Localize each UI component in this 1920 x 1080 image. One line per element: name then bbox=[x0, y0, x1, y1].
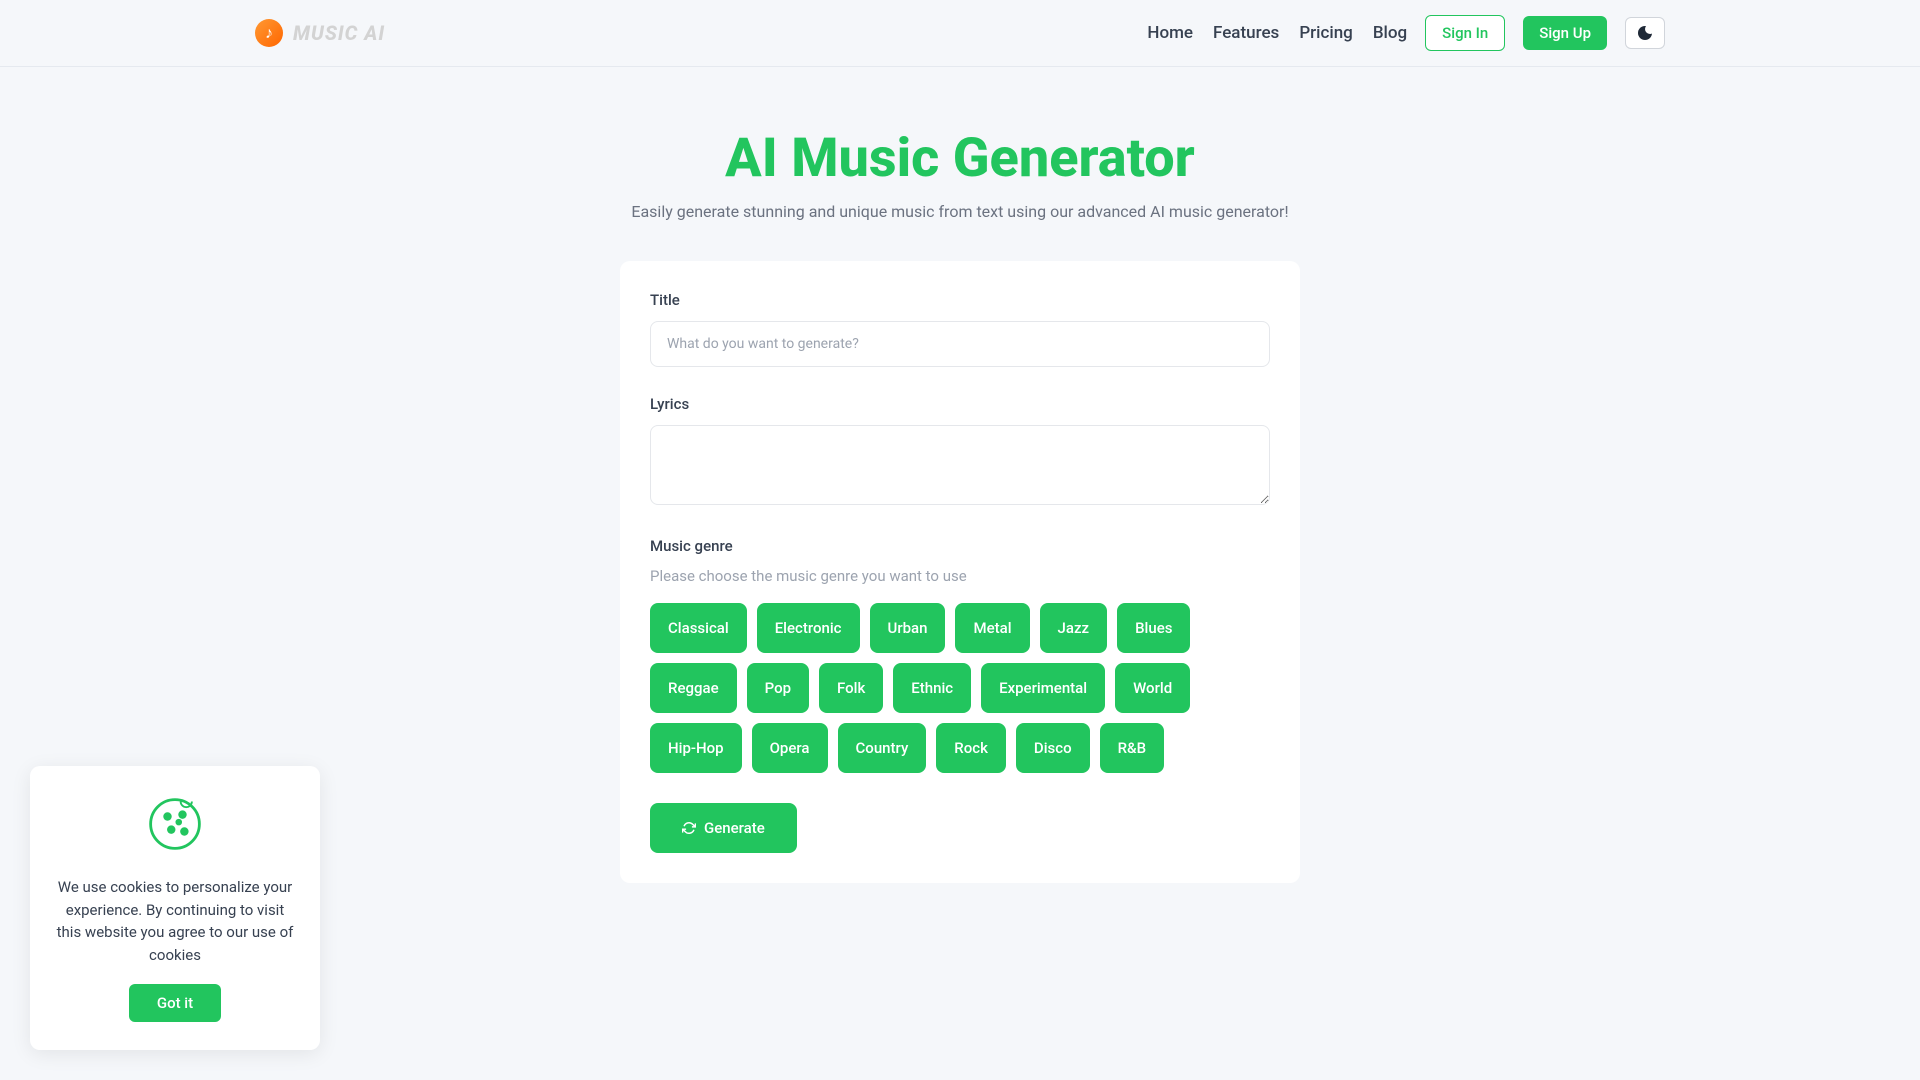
main-content: AI Music Generator Easily generate stunn… bbox=[620, 67, 1300, 883]
genre-label: Music genre bbox=[650, 537, 1270, 555]
genre-rnb[interactable]: R&B bbox=[1100, 723, 1165, 773]
title-label: Title bbox=[650, 291, 1270, 309]
genre-pop[interactable]: Pop bbox=[747, 663, 809, 713]
genre-reggae[interactable]: Reggae bbox=[650, 663, 737, 713]
header: MUSIC AI Home Features Pricing Blog Sign… bbox=[0, 0, 1920, 67]
nav-container: Home Features Pricing Blog Sign In Sign … bbox=[1147, 15, 1665, 51]
genre-grid: Classical Electronic Urban Metal Jazz Bl… bbox=[650, 603, 1270, 773]
cookie-icon bbox=[145, 794, 205, 854]
nav-features[interactable]: Features bbox=[1213, 23, 1279, 43]
lyrics-textarea[interactable] bbox=[650, 425, 1270, 505]
generate-button[interactable]: Generate bbox=[650, 803, 797, 853]
genre-folk[interactable]: Folk bbox=[819, 663, 883, 713]
genre-jazz[interactable]: Jazz bbox=[1040, 603, 1108, 653]
genre-experimental[interactable]: Experimental bbox=[981, 663, 1105, 713]
logo[interactable]: MUSIC AI bbox=[255, 19, 385, 47]
cookie-text: We use cookies to personalize your exper… bbox=[52, 876, 298, 966]
cookie-banner: We use cookies to personalize your exper… bbox=[30, 766, 320, 1050]
cookie-accept-button[interactable]: Got it bbox=[129, 984, 221, 1022]
page-title: AI Music Generator bbox=[620, 127, 1300, 190]
nav-links: Home Features Pricing Blog bbox=[1147, 23, 1407, 43]
generate-label: Generate bbox=[704, 819, 765, 837]
page-subtitle: Easily generate stunning and unique musi… bbox=[620, 202, 1300, 221]
nav-home[interactable]: Home bbox=[1147, 23, 1193, 43]
genre-urban[interactable]: Urban bbox=[870, 603, 946, 653]
refresh-icon bbox=[682, 821, 696, 835]
music-note-icon bbox=[255, 19, 283, 47]
theme-toggle-button[interactable] bbox=[1625, 17, 1665, 49]
genre-metal[interactable]: Metal bbox=[955, 603, 1029, 653]
genre-hint: Please choose the music genre you want t… bbox=[650, 567, 1270, 585]
genre-hip-hop[interactable]: Hip-Hop bbox=[650, 723, 742, 773]
genre-opera[interactable]: Opera bbox=[752, 723, 828, 773]
generator-form: Title Lyrics Music genre Please choose t… bbox=[620, 261, 1300, 883]
nav-pricing[interactable]: Pricing bbox=[1299, 23, 1353, 43]
genre-classical[interactable]: Classical bbox=[650, 603, 747, 653]
title-input[interactable] bbox=[650, 321, 1270, 367]
signup-button[interactable]: Sign Up bbox=[1523, 16, 1607, 50]
signin-button[interactable]: Sign In bbox=[1425, 15, 1505, 51]
genre-world[interactable]: World bbox=[1115, 663, 1190, 713]
brand-name: MUSIC AI bbox=[293, 21, 385, 45]
genre-ethnic[interactable]: Ethnic bbox=[893, 663, 971, 713]
nav-blog[interactable]: Blog bbox=[1373, 23, 1407, 43]
genre-blues[interactable]: Blues bbox=[1117, 603, 1190, 653]
genre-country[interactable]: Country bbox=[838, 723, 927, 773]
lyrics-label: Lyrics bbox=[650, 395, 1270, 413]
moon-icon bbox=[1638, 26, 1652, 40]
genre-rock[interactable]: Rock bbox=[936, 723, 1006, 773]
genre-electronic[interactable]: Electronic bbox=[757, 603, 860, 653]
genre-disco[interactable]: Disco bbox=[1016, 723, 1090, 773]
